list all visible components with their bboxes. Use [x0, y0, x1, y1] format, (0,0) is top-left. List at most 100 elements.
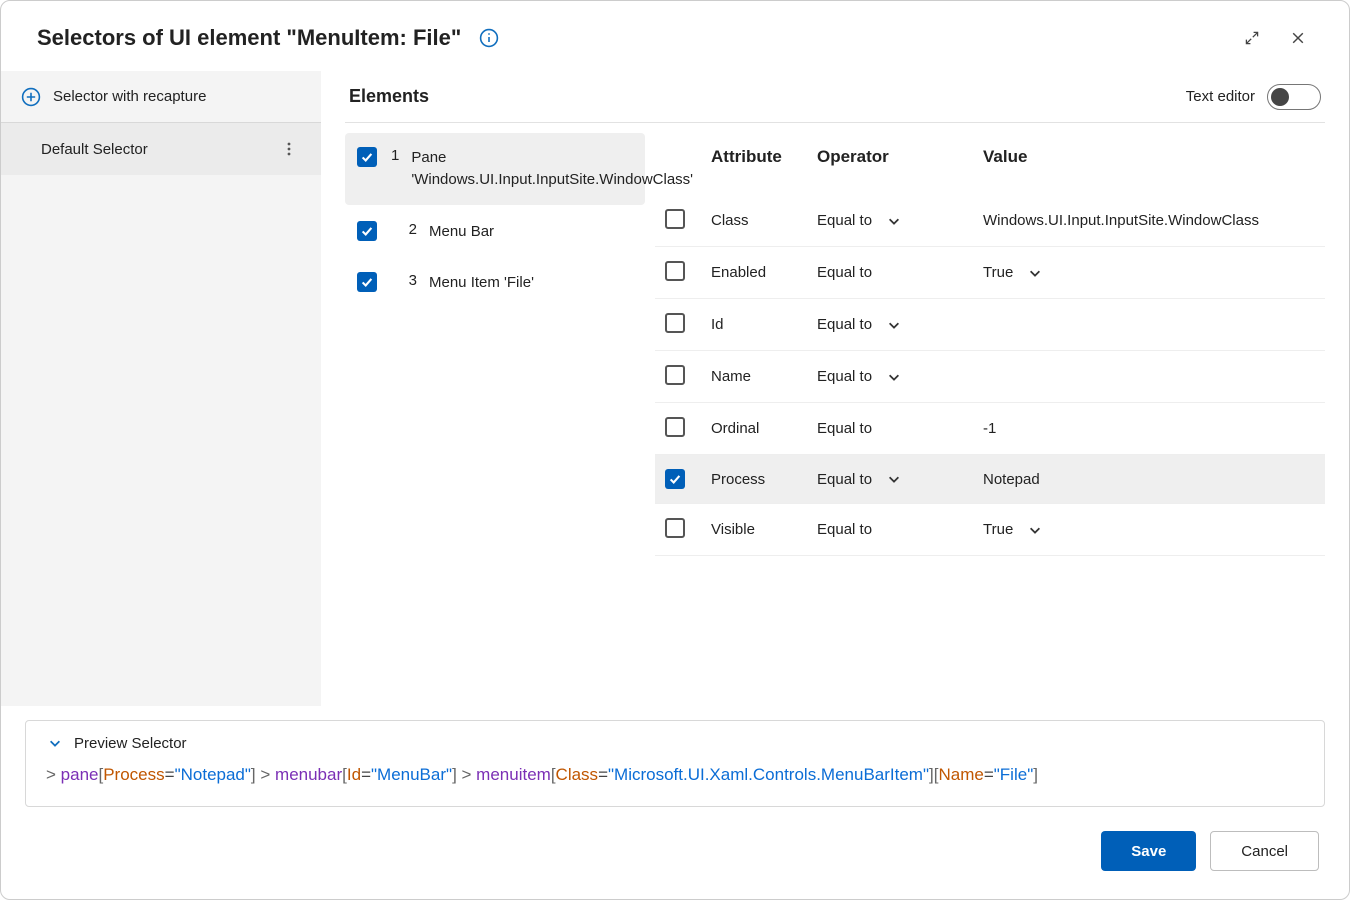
cancel-button[interactable]: Cancel — [1210, 831, 1319, 871]
element-row[interactable]: 3 Menu Item 'File' — [345, 258, 645, 308]
preview-token: ] — [1033, 765, 1038, 784]
attribute-operator[interactable]: Equal to — [817, 368, 977, 385]
recapture-label: Selector with recapture — [53, 88, 206, 105]
checkbox[interactable] — [665, 209, 685, 229]
preview-token: Id — [347, 765, 361, 784]
preview-token: "File" — [994, 765, 1033, 784]
attribute-row[interactable]: Visible Equal to True — [655, 504, 1325, 556]
preview-selector-box: Preview Selector > pane[Process="Notepad… — [25, 720, 1325, 807]
preview-token: menuitem — [476, 765, 551, 784]
sidebar-selector-item[interactable]: Default Selector — [1, 123, 321, 175]
preview-token: menubar — [275, 765, 342, 784]
preview-token: > — [46, 765, 61, 784]
preview-token: = — [984, 765, 994, 784]
attribute-name: Class — [711, 212, 811, 229]
attribute-name: Visible — [711, 521, 811, 538]
element-label: Menu Bar — [429, 221, 494, 243]
attribute-operator[interactable]: Equal to — [817, 316, 977, 333]
element-index: 1 — [391, 147, 399, 164]
preview-token: > — [256, 765, 275, 784]
preview-body: > pane[Process="Notepad"] > menubar[Id="… — [46, 762, 1304, 788]
attribute-row[interactable]: Process Equal to Notepad — [655, 455, 1325, 504]
checkbox[interactable] — [665, 261, 685, 281]
attribute-name: Ordinal — [711, 420, 811, 437]
element-label: Pane 'Windows.UI.Input.InputSite.WindowC… — [411, 147, 693, 191]
chevron-down-icon[interactable] — [886, 214, 902, 228]
chevron-down-icon[interactable] — [1027, 523, 1043, 537]
attribute-operator[interactable]: Equal to — [817, 521, 977, 538]
preview-label: Preview Selector — [74, 735, 187, 752]
center-content: 1 Pane 'Windows.UI.Input.InputSite.Window… — [345, 123, 1325, 706]
element-row[interactable]: 2 Menu Bar — [345, 207, 645, 257]
attribute-value[interactable]: Notepad — [983, 471, 1315, 488]
attribute-name: Process — [711, 471, 811, 488]
attribute-name: Name — [711, 368, 811, 385]
toggle-knob — [1271, 88, 1289, 106]
chevron-down-icon[interactable] — [886, 370, 902, 384]
checkbox[interactable] — [665, 518, 685, 538]
attribute-name: Enabled — [711, 264, 811, 281]
texteditor-label: Text editor — [1186, 88, 1255, 105]
preview-token: Process — [103, 765, 164, 784]
preview-toggle[interactable]: Preview Selector — [46, 735, 1304, 752]
attribute-name: Id — [711, 316, 811, 333]
save-button[interactable]: Save — [1101, 831, 1196, 871]
attribute-operator[interactable]: Equal to — [817, 212, 977, 229]
selectors-dialog: Selectors of UI element "MenuItem: File" — [0, 0, 1350, 900]
attribute-operator[interactable]: Equal to — [817, 264, 977, 281]
chevron-down-icon[interactable] — [886, 472, 902, 486]
attribute-operator[interactable]: Equal to — [817, 420, 977, 437]
chevron-down-icon[interactable] — [1027, 266, 1043, 280]
checkbox[interactable] — [665, 365, 685, 385]
preview-token: = — [598, 765, 608, 784]
center-header: Elements Text editor — [345, 71, 1325, 123]
attribute-value[interactable]: True — [983, 264, 1315, 281]
element-index: 3 — [391, 272, 417, 289]
preview-token: = — [165, 765, 175, 784]
header-operator: Operator — [817, 147, 977, 167]
texteditor-toggle[interactable] — [1267, 84, 1321, 110]
checkbox[interactable] — [665, 417, 685, 437]
attribute-row[interactable]: Class Equal to Windows.UI.Input.InputSite.… — [655, 195, 1325, 247]
dialog-footer: Save Cancel — [1, 807, 1349, 899]
preview-token: "MenuBar" — [371, 765, 452, 784]
attribute-row[interactable]: Name Equal to — [655, 351, 1325, 403]
attribute-value[interactable]: -1 — [983, 420, 1315, 437]
preview-token: Name — [938, 765, 983, 784]
attributes-table: Attribute Operator Value Class Equal to Wi… — [655, 133, 1325, 706]
element-index: 2 — [391, 221, 417, 238]
preview-token: > — [457, 765, 476, 784]
attribute-operator[interactable]: Equal to — [817, 471, 977, 488]
checkbox[interactable] — [357, 272, 377, 292]
plus-circle-icon — [21, 87, 41, 107]
checkbox[interactable] — [665, 469, 685, 489]
element-row[interactable]: 1Pane 'Windows.UI.Input.InputSite.Window… — [345, 133, 645, 205]
elements-heading: Elements — [349, 86, 429, 107]
dialog-title: Selectors of UI element "MenuItem: File" — [37, 25, 461, 51]
element-label: Menu Item 'File' — [429, 272, 534, 294]
expand-icon[interactable] — [1237, 23, 1267, 53]
chevron-down-icon[interactable] — [886, 318, 902, 332]
info-icon[interactable] — [479, 28, 499, 48]
more-vertical-icon[interactable] — [277, 141, 301, 157]
checkbox[interactable] — [665, 313, 685, 333]
checkbox[interactable] — [357, 147, 377, 167]
attributes-header-row: Attribute Operator Value — [655, 133, 1325, 195]
preview-token: = — [361, 765, 371, 784]
checkbox[interactable] — [357, 221, 377, 241]
elements-list: 1Pane 'Windows.UI.Input.InputSite.Window… — [345, 133, 655, 706]
attribute-row[interactable]: Enabled Equal to True — [655, 247, 1325, 299]
dialog-body: Selector with recapture Default Selector… — [1, 71, 1349, 899]
center-panel: Elements Text editor 1 Pane 'Windows.UI.I… — [321, 71, 1349, 706]
preview-token: "Microsoft.UI.Xaml.Controls.MenuBarItem" — [608, 765, 929, 784]
main-area: Selector with recapture Default Selector… — [1, 71, 1349, 706]
attribute-value[interactable]: True — [983, 521, 1315, 538]
attribute-value[interactable]: Windows.UI.Input.InputSite.WindowClass — [983, 212, 1315, 229]
sidebar-selector-label: Default Selector — [41, 141, 277, 158]
header-attribute: Attribute — [711, 147, 811, 167]
selector-with-recapture-button[interactable]: Selector with recapture — [1, 71, 321, 123]
close-icon[interactable] — [1283, 23, 1313, 53]
chevron-down-icon — [46, 736, 64, 750]
attribute-row[interactable]: Id Equal to — [655, 299, 1325, 351]
attribute-row[interactable]: Ordinal Equal to -1 — [655, 403, 1325, 455]
